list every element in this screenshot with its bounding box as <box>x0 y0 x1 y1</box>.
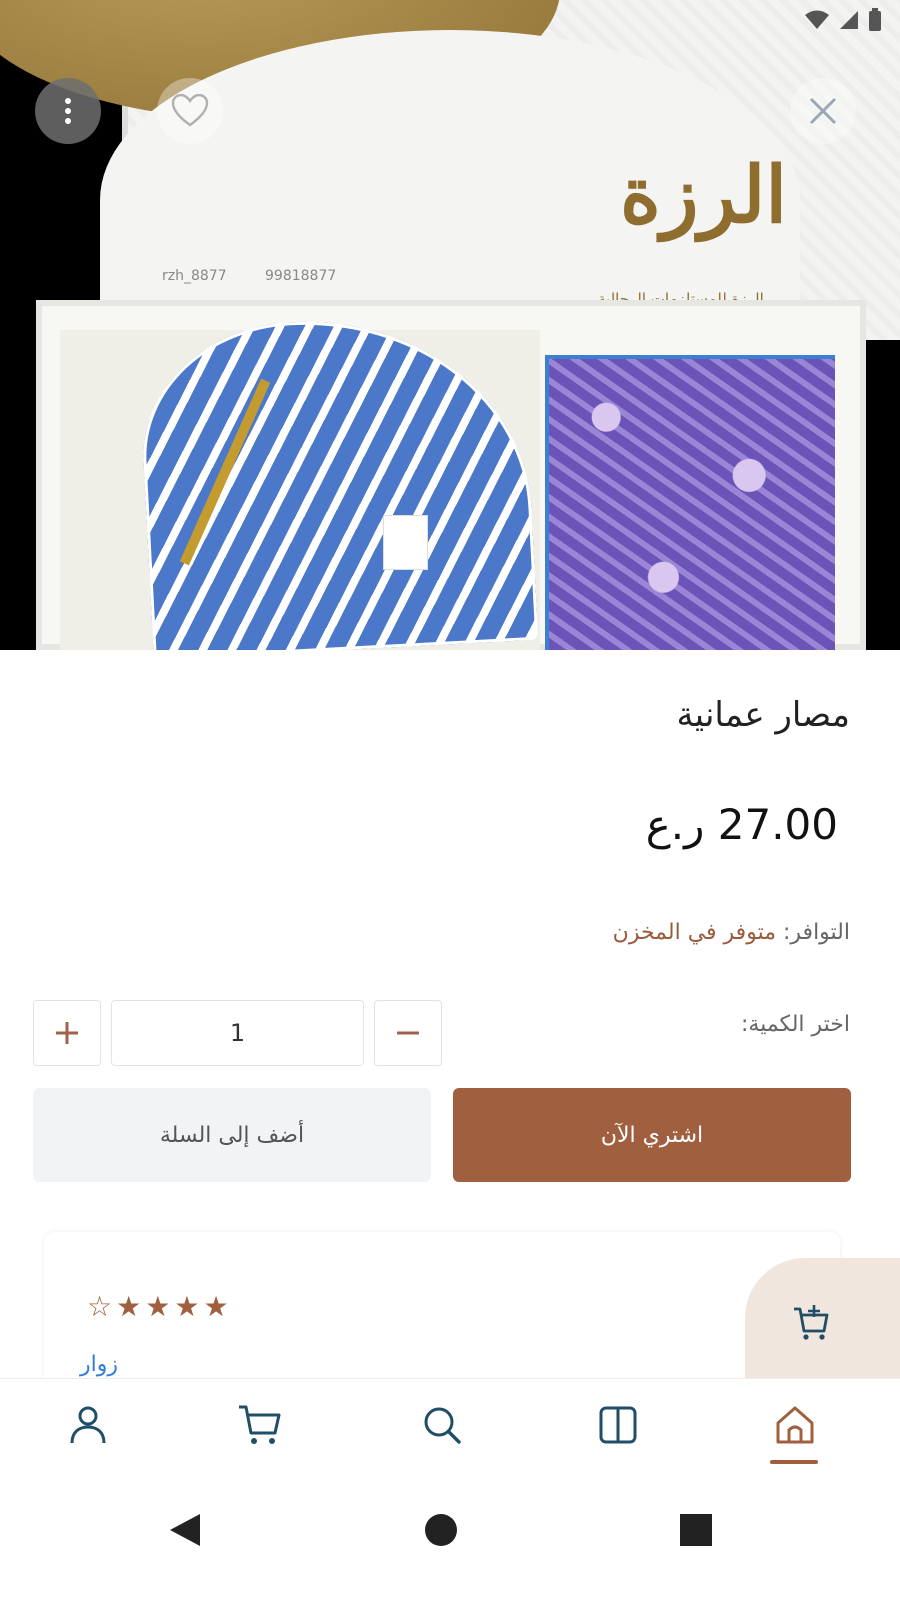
quantity-increase-button[interactable] <box>33 1000 101 1066</box>
wifi-icon <box>805 10 829 29</box>
reviewer-name: زوار <box>80 1352 118 1377</box>
status-bar <box>804 8 882 32</box>
close-button[interactable] <box>790 78 856 144</box>
nav-cart[interactable] <box>230 1397 290 1453</box>
more-vertical-icon <box>65 98 71 124</box>
system-recents-button[interactable] <box>666 1500 726 1560</box>
battery-icon <box>869 8 881 31</box>
home-circle-icon <box>425 1514 457 1546</box>
system-back-button[interactable] <box>155 1500 215 1560</box>
availability: التوافر: متوفر في المخزن <box>613 920 850 945</box>
home-icon <box>776 1406 814 1444</box>
star-filled-icon: ★ <box>116 1290 142 1323</box>
add-to-cart-icon <box>793 1305 828 1340</box>
brand-phone: 99818877 <box>265 268 337 284</box>
buy-now-button[interactable]: اشتري الآن <box>453 1088 851 1182</box>
nav-categories[interactable] <box>588 1397 648 1453</box>
more-options-button[interactable] <box>35 78 101 144</box>
search-icon <box>424 1407 461 1444</box>
signal-icon <box>840 11 858 29</box>
availability-value: متوفر في المخزن <box>612 920 776 945</box>
product-price: 27.00 ر.ع <box>645 800 838 849</box>
system-home-button[interactable] <box>411 1500 471 1560</box>
availability-label: التوافر: <box>783 920 850 945</box>
star-filled-icon: ★ <box>203 1290 229 1323</box>
add-to-cart-button[interactable]: أضف إلى السلة <box>33 1088 431 1182</box>
bottom-navigation <box>0 1378 900 1470</box>
back-triangle-icon <box>170 1514 200 1546</box>
cart-icon <box>239 1405 281 1444</box>
product-image[interactable]: الرزة الرزة للمستلزمات الرجالية rzh_8877… <box>0 0 900 650</box>
product-title: مصار عمانية <box>676 695 850 735</box>
quantity-label: اختر الكمية: <box>740 1012 850 1037</box>
quantity-decrease-button[interactable] <box>374 1000 442 1066</box>
quantity-input[interactable]: 1 <box>111 1000 364 1066</box>
nav-search[interactable] <box>412 1397 472 1453</box>
floating-cart-button[interactable] <box>745 1258 900 1388</box>
brand-logo: الرزة <box>620 150 788 241</box>
nav-active-indicator <box>770 1460 818 1464</box>
close-icon <box>809 97 837 125</box>
nav-home[interactable] <box>765 1397 825 1453</box>
plus-icon <box>56 1022 78 1044</box>
system-navigation <box>0 1470 900 1600</box>
user-icon <box>70 1406 106 1444</box>
massar-shawl <box>545 355 835 650</box>
star-filled-icon: ★ <box>145 1290 171 1323</box>
nav-profile[interactable] <box>58 1397 118 1453</box>
favorite-button[interactable] <box>157 78 223 144</box>
star-empty-icon: ☆ <box>87 1290 113 1323</box>
brand-instagram: rzh_8877 <box>162 268 227 284</box>
rating-stars: ☆ ★ ★ ★ ★ <box>87 1290 229 1323</box>
recents-square-icon <box>680 1514 712 1546</box>
minus-icon <box>397 1031 419 1035</box>
heart-icon <box>171 94 209 127</box>
columns-icon <box>599 1406 637 1444</box>
star-filled-icon: ★ <box>174 1290 200 1323</box>
